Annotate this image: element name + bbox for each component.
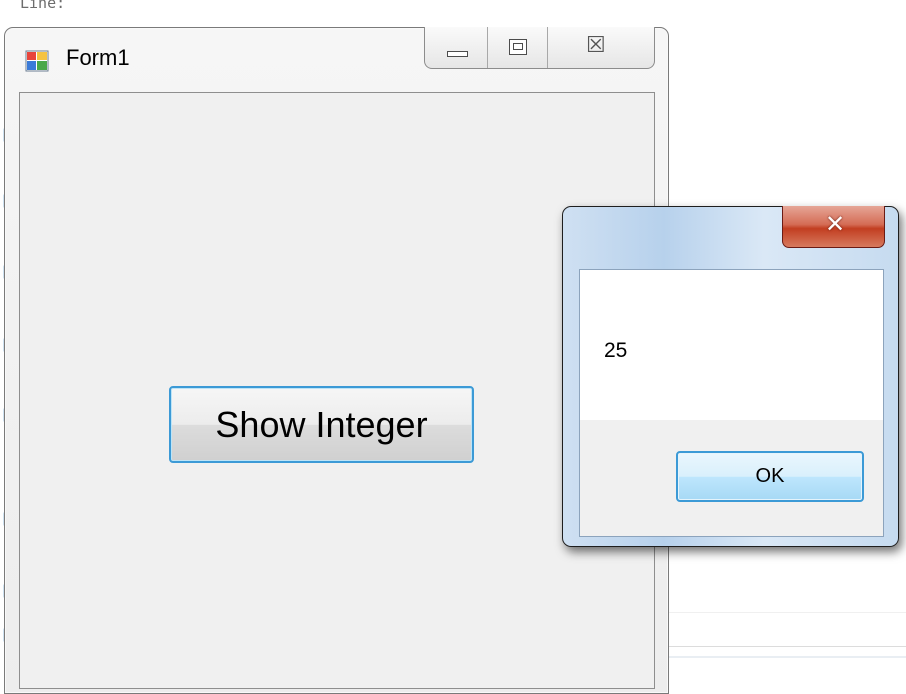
form1-titlebar[interactable]: Form1 ☒ [5,27,668,88]
background-divider [660,656,906,658]
close-icon: ✕ [825,210,846,238]
close-icon: ☒ [586,33,606,58]
ok-button[interactable]: OK [676,451,864,502]
form1-title: Form1 [66,45,130,70]
message-box-client-area: 25 OK [579,269,884,537]
minimize-button[interactable] [425,27,488,68]
close-button[interactable]: ☒ [548,27,654,68]
message-text: 25 [604,339,628,362]
minimize-icon [447,51,468,57]
show-integer-button[interactable]: Show Integer [169,386,474,463]
winforms-app-icon [25,50,49,72]
background-divider [660,612,906,613]
message-box-close-button[interactable]: ✕ [782,206,885,248]
form1-client-area: Show Integer [19,92,655,689]
maximize-button[interactable] [488,27,548,68]
message-area: 25 [580,270,883,420]
background-divider [660,646,906,647]
maximize-icon [509,39,527,55]
message-box-window: ✕ 25 OK [562,206,899,547]
caption-buttons: ☒ [424,27,655,69]
background-code-text: Line: [20,0,66,12]
